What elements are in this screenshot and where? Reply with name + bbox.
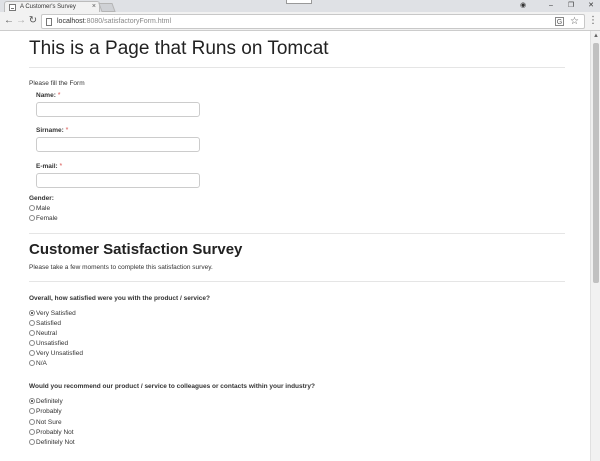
option-label: N/A [36, 360, 47, 367]
radio-button[interactable] [29, 419, 35, 425]
tab-title: A Customer's Survey [20, 4, 76, 10]
radio-button[interactable] [29, 340, 35, 346]
page-title: This is a Page that Runs on Tomcat [29, 38, 329, 59]
url-host: localhost [57, 18, 85, 25]
required-mark: * [65, 127, 69, 134]
browser-toolbar: ← → ↻ localhost:8080/satisfactoryForm.ht… [0, 12, 600, 31]
option-label: Male [36, 205, 51, 212]
page-viewport: This is a Page that Runs on Tomcat Pleas… [0, 31, 600, 461]
required-mark: * [57, 92, 61, 99]
required-mark: * [59, 163, 63, 170]
back-arrow-icon[interactable]: ← [3, 15, 15, 27]
url-path: :8080/satisfactoryForm.html [84, 18, 172, 25]
radio-button[interactable] [29, 320, 35, 326]
forward-arrow-icon[interactable]: → [15, 15, 27, 27]
option-label: Very Unsatisfied [36, 350, 83, 357]
radio-button[interactable] [29, 350, 35, 356]
url-text[interactable]: localhost:8080/satisfactoryForm.html [57, 15, 171, 29]
q1-option-satisfied[interactable]: Satisfied [29, 319, 61, 328]
radio-button[interactable] [29, 408, 35, 414]
scrollbar-thumb[interactable] [593, 43, 599, 283]
divider [29, 233, 565, 234]
option-label: Definitely [36, 398, 63, 405]
option-label: Not Sure [36, 419, 62, 426]
bookmark-star-icon[interactable]: ☆ [570, 15, 579, 29]
radio-button[interactable] [29, 205, 35, 211]
browser-tab[interactable]: A Customer's Survey × [4, 1, 100, 12]
radio-button[interactable] [29, 330, 35, 336]
divider [29, 67, 565, 68]
option-label: Unsatisfied [36, 340, 69, 347]
question-satisfaction: Overall, how satisfied were you with the… [29, 295, 210, 302]
minimize-icon[interactable]: – [540, 0, 562, 12]
radio-button[interactable] [29, 398, 35, 404]
option-label: Neutral [36, 330, 57, 337]
survey-title: Customer Satisfaction Survey [29, 241, 243, 258]
q2-option-probably-not[interactable]: Probably Not [29, 428, 74, 437]
q2-option-probably[interactable]: Probably [29, 407, 62, 416]
option-label: Probably [36, 408, 62, 415]
page-favicon-icon [9, 4, 16, 11]
surname-input[interactable] [36, 137, 200, 152]
vertical-scrollbar[interactable]: ▲ [590, 31, 600, 461]
q1-option-unsatisfied[interactable]: Unsatisfied [29, 339, 68, 348]
question-recommend: Would you recommend our product / servic… [29, 383, 315, 390]
option-label: Female [36, 215, 58, 222]
option-label: Satisfied [36, 320, 61, 327]
email-input[interactable] [36, 173, 200, 188]
email-label-text: E-mail: [36, 163, 58, 170]
name-label: Name: * [36, 92, 60, 99]
radio-button[interactable] [29, 360, 35, 366]
scroll-up-arrow-icon[interactable]: ▲ [591, 31, 600, 41]
form-intro: Please fill the Form [29, 80, 85, 87]
radio-button[interactable] [29, 215, 35, 221]
tab-close-icon[interactable]: × [92, 2, 96, 12]
restore-icon[interactable]: ❐ [560, 0, 582, 12]
surname-label-text: Sirname: [36, 127, 64, 134]
gender-option-female[interactable]: Female [29, 214, 58, 223]
browser-menu-icon[interactable]: ⋮ [588, 15, 598, 27]
survey-subtitle: Please take a few moments to complete th… [29, 264, 213, 271]
gender-label: Gender: [29, 195, 54, 202]
radio-button[interactable] [29, 429, 35, 435]
gender-option-male[interactable]: Male [29, 204, 50, 213]
window-close-icon[interactable]: ✕ [580, 0, 600, 12]
q1-option-na[interactable]: N/A [29, 359, 47, 368]
q1-option-neutral[interactable]: Neutral [29, 329, 57, 338]
email-label: E-mail: * [36, 163, 62, 170]
radio-button[interactable] [29, 439, 35, 445]
option-label: Probably Not [36, 429, 74, 436]
name-input[interactable] [36, 102, 200, 117]
q2-option-not-sure[interactable]: Not Sure [29, 418, 62, 427]
page-info-icon[interactable] [46, 18, 52, 26]
q1-option-very-unsatisfied[interactable]: Very Unsatisfied [29, 349, 83, 358]
surname-label: Sirname: * [36, 127, 68, 134]
option-label: Definitely Not [36, 439, 75, 446]
profile-icon[interactable]: ◉ [512, 0, 534, 12]
q2-option-definitely[interactable]: Definitely [29, 397, 63, 406]
reload-icon[interactable]: ↻ [27, 15, 39, 27]
q1-option-very-satisfied[interactable]: Very Satisfied [29, 309, 76, 318]
option-label: Very Satisfied [36, 310, 76, 317]
q2-option-definitely-not[interactable]: Definitely Not [29, 438, 75, 447]
address-bar[interactable]: localhost:8080/satisfactoryForm.html G ☆ [41, 14, 585, 29]
divider [29, 281, 565, 282]
window-overlay-box [286, 0, 312, 4]
radio-button[interactable] [29, 310, 35, 316]
new-tab-button[interactable] [98, 3, 116, 12]
translate-icon[interactable]: G [555, 17, 564, 26]
browser-tab-strip: A Customer's Survey × ◉ – ❐ ✕ [0, 0, 600, 12]
name-label-text: Name: [36, 92, 56, 99]
